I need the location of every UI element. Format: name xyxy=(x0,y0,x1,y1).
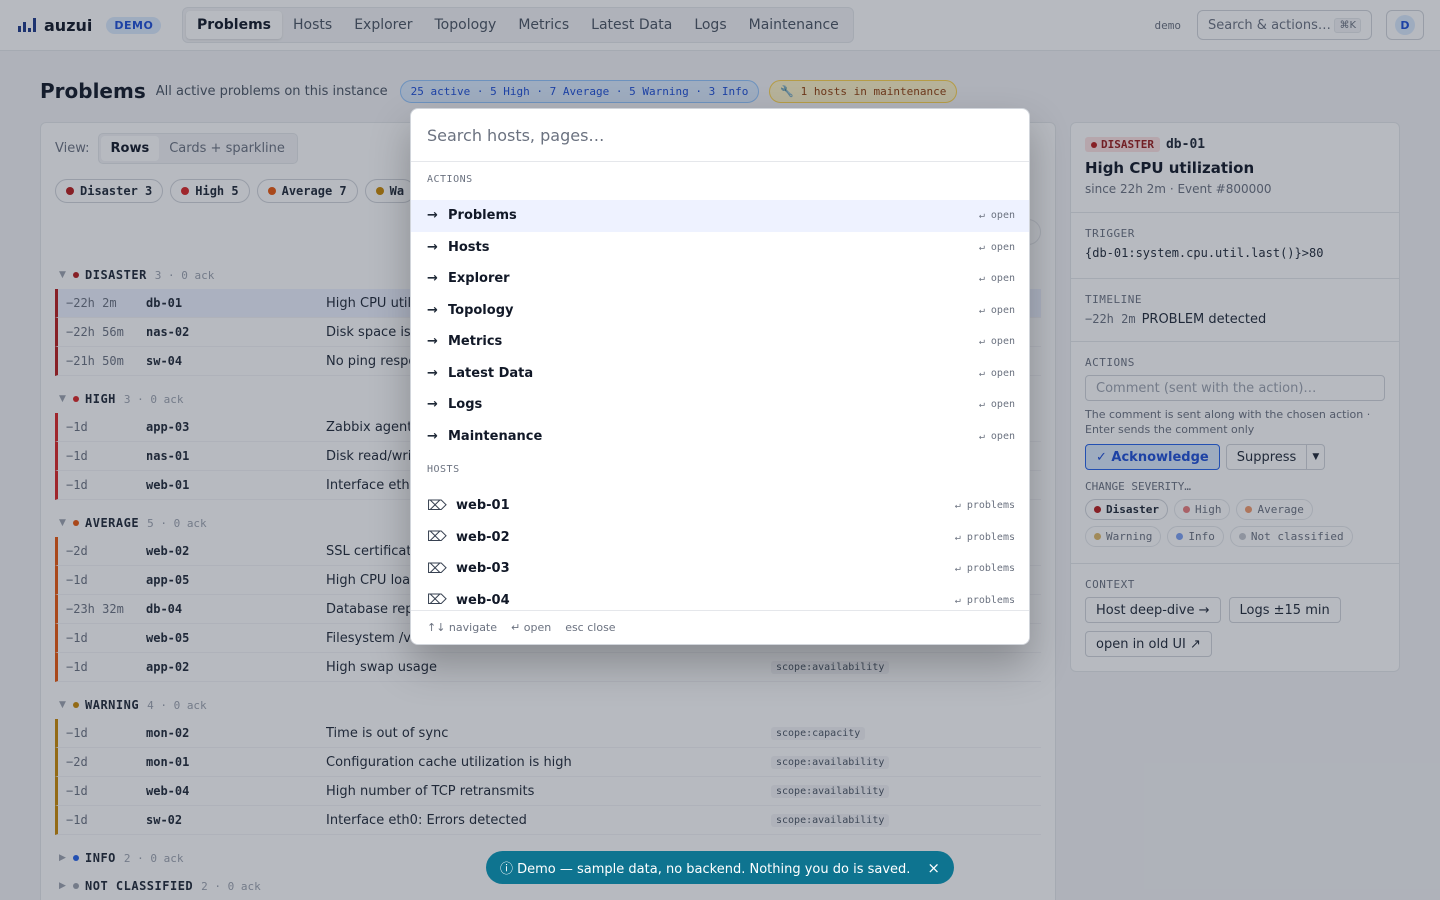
palette-item-label: Latest Data xyxy=(448,365,534,381)
palette-search-input[interactable]: Search hosts, pages… xyxy=(411,109,1029,162)
palette-item-label: Maintenance xyxy=(448,428,543,444)
palette-item-topology[interactable]: → Topology ↵ open xyxy=(411,295,1029,327)
palette-footer-hint: ↵ open xyxy=(511,621,552,634)
palette-item-hosts[interactable]: → Hosts ↵ open xyxy=(411,232,1029,264)
palette-host-web-04[interactable]: ⌦ web-04 ↵ problems xyxy=(411,585,1029,613)
arrow-right-icon: → xyxy=(427,397,438,413)
palette-host-web-01[interactable]: ⌦ web-01 ↵ problems xyxy=(411,490,1029,522)
palette-item-hint: ↵ open xyxy=(978,336,1015,348)
palette-item-problems[interactable]: → Problems ↵ open xyxy=(411,200,1029,232)
arrow-right-icon: → xyxy=(427,428,438,444)
palette-footer-hint: esc close xyxy=(565,621,616,634)
palette-footer: ↑↓ navigate ↵ open esc close xyxy=(411,610,1029,644)
palette-item-hint: ↵ problems xyxy=(954,531,1015,543)
palette-item-hint: ↵ open xyxy=(978,367,1015,379)
palette-item-metrics[interactable]: → Metrics ↵ open xyxy=(411,326,1029,358)
command-palette: Search hosts, pages… ACTIONS → Problems ↵ o… xyxy=(410,108,1030,645)
palette-item-maintenance[interactable]: → Maintenance ↵ open xyxy=(411,421,1029,453)
arrow-right-icon: → xyxy=(427,271,438,287)
host-icon: ⌦ xyxy=(427,592,447,609)
palette-item-hint: ↵ open xyxy=(978,241,1015,253)
demo-toast: ⓘ Demo — sample data, no backend. Nothin… xyxy=(486,851,954,884)
palette-item-hint: ↵ open xyxy=(978,210,1015,222)
palette-item-hint: ↵ problems xyxy=(954,563,1015,575)
host-icon: ⌦ xyxy=(427,529,447,546)
palette-item-label: Topology xyxy=(448,302,514,318)
palette-item-label: web-01 xyxy=(456,498,510,514)
palette-item-label: Metrics xyxy=(448,334,503,350)
palette-item-explorer[interactable]: → Explorer ↵ open xyxy=(411,263,1029,295)
palette-item-label: Problems xyxy=(448,208,517,224)
palette-item-hint: ↵ open xyxy=(978,430,1015,442)
palette-host-web-03[interactable]: ⌦ web-03 ↵ problems xyxy=(411,553,1029,585)
palette-item-label: Explorer xyxy=(448,271,510,287)
palette-footer-hint: ↑↓ navigate xyxy=(427,621,498,634)
palette-host-web-02[interactable]: ⌦ web-02 ↵ problems xyxy=(411,522,1029,554)
arrow-right-icon: → xyxy=(427,302,438,318)
arrow-right-icon: → xyxy=(427,208,438,224)
palette-item-label: web-04 xyxy=(456,592,510,608)
palette-item-hint: ↵ open xyxy=(978,273,1015,285)
close-icon[interactable]: × xyxy=(927,859,940,877)
host-icon: ⌦ xyxy=(427,560,447,577)
palette-item-hint: ↵ open xyxy=(978,399,1015,411)
palette-item-label: web-02 xyxy=(456,529,510,545)
arrow-right-icon: → xyxy=(427,334,438,350)
palette-item-label: web-03 xyxy=(456,561,510,577)
toast-message: ⓘ Demo — sample data, no backend. Nothin… xyxy=(500,862,911,877)
palette-section-actions: ACTIONS xyxy=(427,174,473,185)
host-icon: ⌦ xyxy=(427,497,447,514)
palette-item-label: Hosts xyxy=(448,239,490,255)
arrow-right-icon: → xyxy=(427,239,438,255)
palette-item-hint: ↵ problems xyxy=(954,500,1015,512)
palette-item-latest-data[interactable]: → Latest Data ↵ open xyxy=(411,358,1029,390)
palette-results: ACTIONS → Problems ↵ open → Hosts ↵ open → Explo… xyxy=(411,162,1029,613)
palette-item-hint: ↵ open xyxy=(978,304,1015,316)
palette-item-hint: ↵ problems xyxy=(954,594,1015,606)
palette-section-hosts: HOSTS xyxy=(427,464,460,475)
arrow-right-icon: → xyxy=(427,365,438,381)
palette-item-logs[interactable]: → Logs ↵ open xyxy=(411,389,1029,421)
palette-item-label: Logs xyxy=(448,397,483,413)
